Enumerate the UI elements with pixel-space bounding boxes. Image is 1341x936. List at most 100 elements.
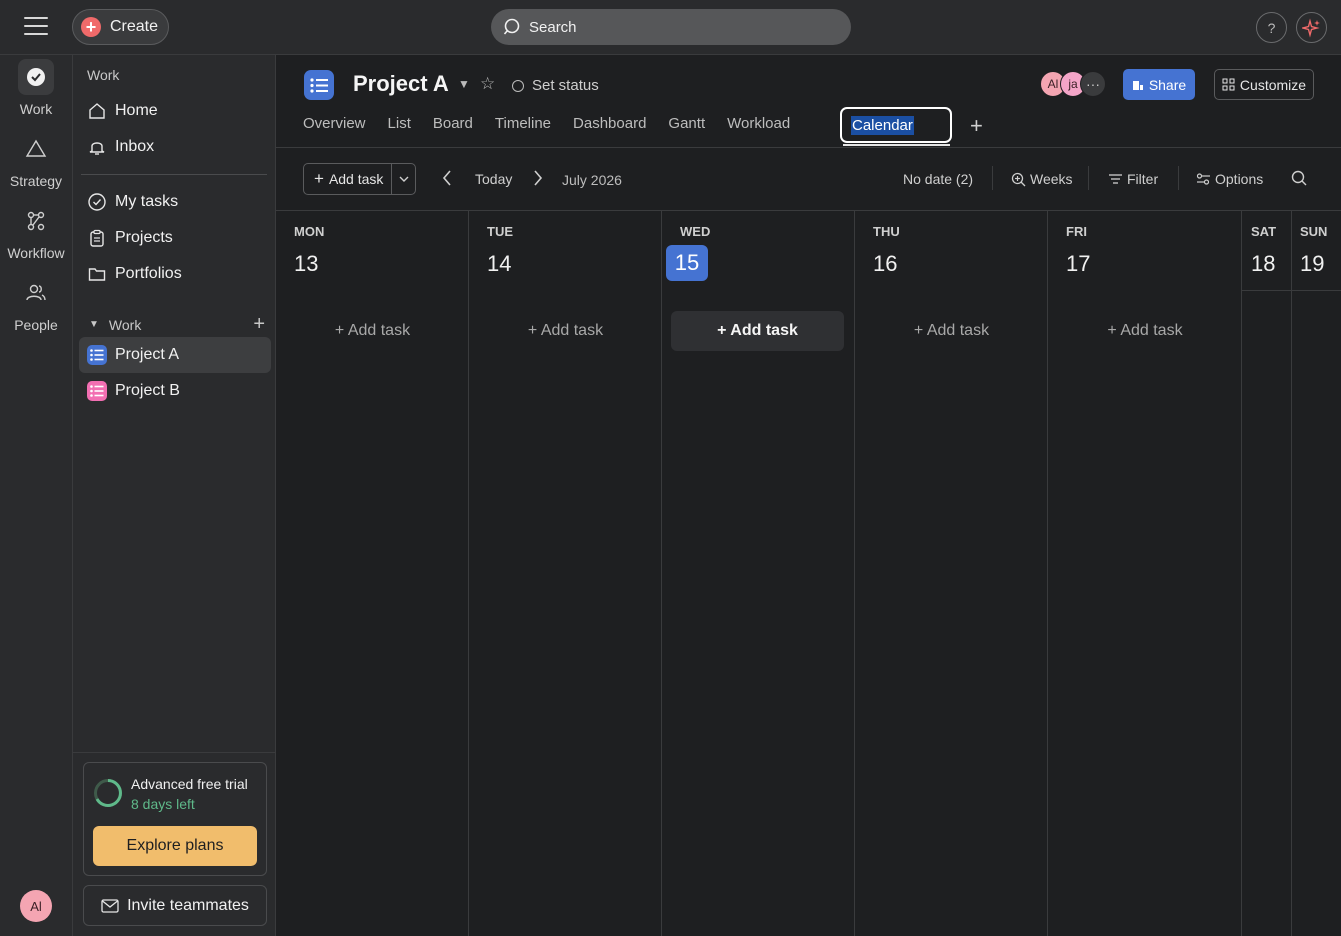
project-header: Project A ▼ ☆ Set status Overview List B… — [276, 55, 1341, 148]
tab-workload[interactable]: Workload — [727, 115, 790, 137]
add-task-tue-button[interactable]: + Add task — [479, 311, 652, 351]
add-task-label: Add task — [328, 171, 384, 187]
previous-week-button[interactable] — [442, 170, 452, 191]
add-task-wed-button[interactable]: + Add task — [671, 311, 844, 351]
sidebar-item-label: Projects — [115, 229, 173, 246]
weekend-divider — [1242, 290, 1292, 291]
sidebar-item-projects[interactable]: Projects — [79, 220, 271, 256]
chevron-right-icon — [534, 170, 543, 186]
folder-icon — [87, 264, 107, 284]
sidebar-item-project-a[interactable]: Project A — [79, 337, 271, 373]
invite-teammates-button[interactable]: Invite teammates — [83, 885, 267, 926]
share-button[interactable]: Share — [1123, 69, 1195, 100]
menu-icon[interactable] — [24, 17, 48, 37]
weekend-divider — [1292, 290, 1341, 291]
tab-list[interactable]: List — [388, 115, 411, 137]
mail-icon — [101, 898, 119, 913]
set-status-button[interactable]: Set status — [512, 77, 599, 94]
day-number: 18 — [1251, 251, 1276, 276]
toolbar-divider — [992, 166, 993, 190]
filter-icon — [1109, 174, 1122, 184]
rail-item-people[interactable]: People — [0, 275, 72, 333]
rail-item-workflow[interactable]: Workflow — [0, 203, 72, 261]
sparkle-icon — [1301, 17, 1320, 38]
left-rail: Work Strategy Workflow People Al — [0, 55, 72, 936]
day-column-thu: THU 16 + Add task — [855, 211, 1048, 936]
tab-overview[interactable]: Overview — [303, 115, 366, 137]
today-button[interactable]: Today — [475, 171, 512, 187]
add-task-mon-button[interactable]: + Add task — [286, 311, 459, 351]
sidebar-item-my-tasks[interactable]: My tasks — [79, 184, 271, 220]
add-project-icon[interactable]: + — [253, 313, 265, 336]
rail-label: Strategy — [9, 173, 63, 189]
sidebar-section-work: ▼ Work + — [89, 313, 265, 336]
project-title: Project A — [353, 71, 449, 96]
search-icon — [1291, 170, 1307, 186]
day-column-sun: SUN 19 — [1292, 211, 1341, 936]
chevron-down-icon[interactable]: ▼ — [89, 319, 99, 330]
list-icon — [87, 345, 107, 365]
member-avatars[interactable]: Al ja ··· — [1040, 71, 1106, 97]
rail-item-work[interactable]: Work — [0, 59, 72, 117]
tab-calendar-input[interactable]: Calendar — [840, 107, 952, 143]
lock-icon — [1132, 80, 1143, 90]
tab-board[interactable]: Board — [433, 115, 473, 137]
main-panel: Project A ▼ ☆ Set status Overview List B… — [276, 55, 1341, 936]
sidebar-item-home[interactable]: Home — [79, 93, 271, 129]
grid-icon — [1222, 78, 1235, 91]
chevron-down-icon[interactable]: ▼ — [458, 77, 470, 91]
next-week-button[interactable] — [533, 170, 543, 191]
rail-label: Work — [19, 101, 53, 117]
sidebar-item-label: Project B — [115, 382, 180, 399]
chevron-left-icon — [442, 170, 451, 186]
day-of-week: WED — [680, 224, 711, 239]
user-avatar[interactable]: Al — [20, 890, 52, 922]
tab-timeline[interactable]: Timeline — [495, 115, 551, 137]
filter-button[interactable]: Filter — [1108, 171, 1158, 187]
trial-card: Advanced free trial 8 days left Explore … — [83, 762, 267, 876]
tab-gantt[interactable]: Gantt — [668, 115, 705, 137]
star-icon[interactable]: ☆ — [480, 74, 495, 94]
rail-label: Workflow — [7, 245, 65, 261]
day-column-wed: WED 15 + Add task — [662, 211, 855, 936]
sidebar: Work Home Inbox My tasks Projects Portfo… — [72, 55, 276, 936]
no-date-button[interactable]: No date (2) — [903, 171, 973, 187]
sidebar-divider — [81, 174, 267, 175]
day-number: 16 — [873, 251, 898, 276]
bell-icon — [87, 137, 107, 157]
search-calendar-button[interactable] — [1291, 170, 1311, 186]
help-button[interactable]: ? — [1256, 12, 1287, 43]
sidebar-item-inbox[interactable]: Inbox — [79, 129, 271, 165]
sidebar-item-project-b[interactable]: Project B — [79, 373, 271, 409]
add-tab-icon[interactable]: + — [970, 113, 983, 139]
day-of-week: SAT — [1251, 224, 1277, 239]
weeks-label: Weeks — [1030, 171, 1073, 187]
invite-label: Invite teammates — [127, 896, 249, 914]
weeks-zoom-button[interactable]: Weeks — [1011, 171, 1073, 187]
add-task-dropdown[interactable] — [391, 164, 415, 194]
check-circle-icon — [87, 192, 107, 212]
sidebar-item-portfolios[interactable]: Portfolios — [79, 256, 271, 292]
day-number: 14 — [487, 251, 512, 276]
create-label: Create — [110, 18, 159, 35]
sidebar-item-label: Inbox — [115, 138, 155, 155]
zoom-icon — [1011, 172, 1026, 186]
day-column-mon: MON 13 + Add task — [276, 211, 469, 936]
calendar-grid: MON 13 + Add task TUE 14 + Add task WED … — [276, 211, 1341, 936]
create-button[interactable]: + Create — [72, 9, 169, 45]
add-task-button-group: + Add task — [303, 163, 416, 195]
search-placeholder: Search — [529, 18, 577, 36]
rail-item-strategy[interactable]: Strategy — [0, 131, 72, 189]
options-button[interactable]: Options — [1196, 171, 1263, 187]
add-task-fri-button[interactable]: + Add task — [1058, 311, 1232, 351]
add-task-thu-button[interactable]: + Add task — [865, 311, 1038, 351]
search-input[interactable]: Search — [491, 9, 851, 45]
tab-dashboard[interactable]: Dashboard — [573, 115, 646, 137]
customize-button[interactable]: Customize — [1214, 69, 1314, 100]
explore-plans-button[interactable]: Explore plans — [93, 826, 257, 866]
add-task-button[interactable]: + Add task — [304, 164, 391, 194]
ai-sparkle-button[interactable] — [1296, 12, 1327, 43]
sidebar-item-label: Project A — [115, 346, 180, 363]
list-icon — [304, 70, 334, 100]
today-day-number: 15 — [666, 245, 708, 281]
